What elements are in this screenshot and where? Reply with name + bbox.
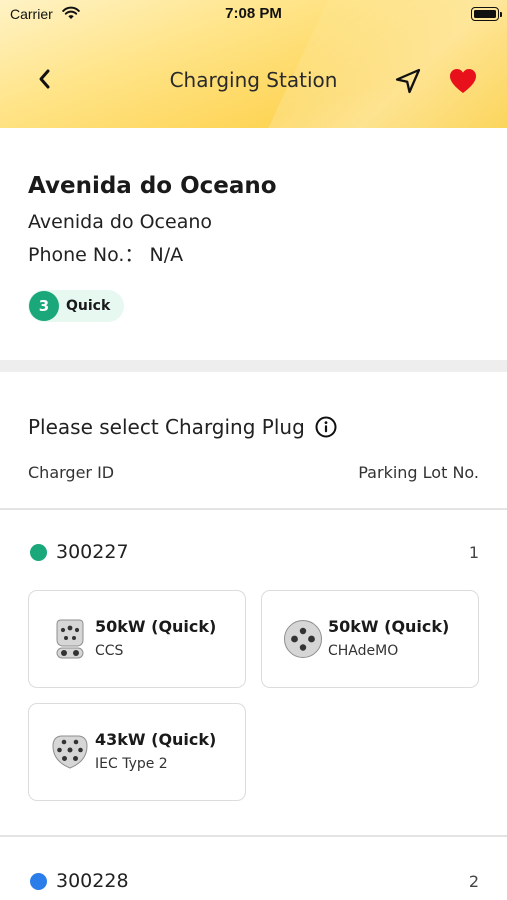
- station-phone: Phone No.： N/A: [28, 244, 184, 266]
- quick-count: 3: [29, 291, 59, 321]
- select-plug-label: Please select Charging Plug: [28, 415, 305, 439]
- divider: [0, 835, 507, 837]
- status-dot: [30, 873, 47, 890]
- info-icon[interactable]: [315, 416, 337, 438]
- plug-card-chademo[interactable]: 50kW (Quick) CHAdeMO: [261, 590, 479, 688]
- charger-row: 300227 1: [0, 541, 507, 565]
- status-dot: [30, 544, 47, 561]
- plug-card-type2[interactable]: 43kW (Quick) IEC Type 2: [28, 703, 246, 801]
- divider: [0, 508, 507, 510]
- type2-plug-icon: [52, 735, 88, 769]
- status-bar: Carrier 7:08 PM: [0, 0, 507, 28]
- quick-charger-badge: 3 Quick: [28, 290, 125, 322]
- charger-id: 300227: [56, 541, 129, 563]
- page-title: Charging Station: [169, 68, 338, 92]
- plug-type: CHAdeMO: [328, 643, 399, 659]
- charger-id-header: Charger ID: [28, 463, 115, 482]
- nav-bar: Charging Station: [0, 50, 507, 110]
- charger-row: 300228 2: [0, 870, 507, 894]
- plug-card-ccs[interactable]: 50kW (Quick) CCS: [28, 590, 246, 688]
- ccs-plug-icon: [56, 619, 84, 659]
- navigation-arrow-icon: [395, 68, 421, 94]
- station-address: Avenida do Oceano: [28, 211, 213, 233]
- select-plug-heading: Please select Charging Plug: [28, 415, 337, 439]
- clock: 7:08 PM: [225, 5, 282, 22]
- charger-id: 300228: [56, 870, 129, 892]
- parking-lot-number: 2: [468, 872, 479, 891]
- parking-lot-header: Parking Lot No.: [358, 463, 479, 482]
- plug-type: IEC Type 2: [95, 756, 168, 772]
- plug-power: 50kW (Quick): [328, 617, 450, 636]
- parking-lot-number: 1: [468, 543, 479, 562]
- plug-type: CCS: [95, 643, 124, 659]
- section-divider: [0, 360, 507, 372]
- quick-label: Quick: [66, 298, 111, 314]
- favorite-button[interactable]: [447, 65, 479, 97]
- battery-icon: [471, 7, 502, 21]
- station-name: Avenida do Oceano: [28, 173, 277, 199]
- header: Carrier 7:08 PM Charging Station: [0, 0, 507, 128]
- plug-power: 43kW (Quick): [95, 730, 217, 749]
- station-info: Avenida do Oceano Avenida do Oceano Phon…: [0, 128, 507, 360]
- heart-icon: [450, 69, 476, 93]
- navigate-button[interactable]: [392, 65, 424, 97]
- plug-power: 50kW (Quick): [95, 617, 217, 636]
- chademo-plug-icon: [284, 620, 322, 658]
